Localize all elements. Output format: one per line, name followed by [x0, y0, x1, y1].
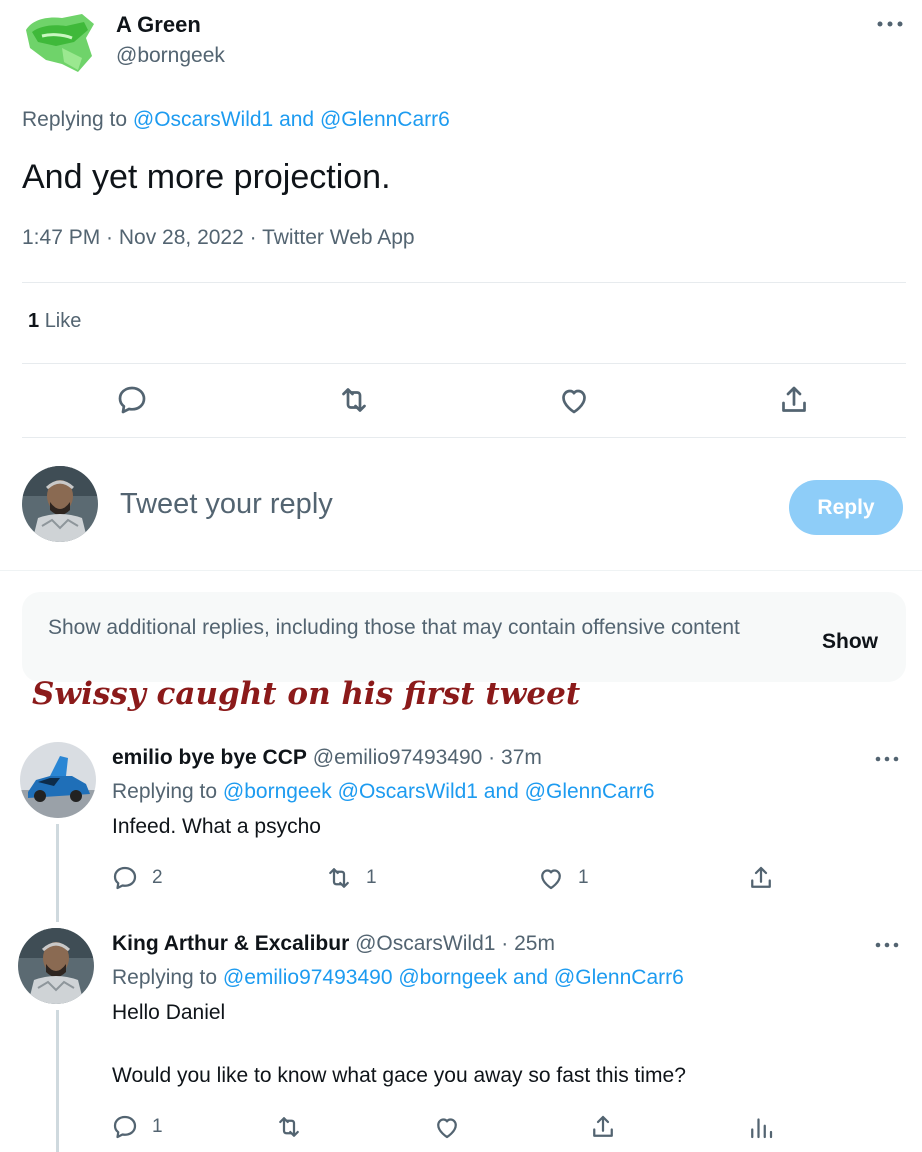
sports-car-avatar[interactable] [20, 742, 96, 818]
retweet-icon [279, 1117, 299, 1137]
knight-avatar[interactable] [22, 466, 98, 542]
reply-text-line: Would you like to know what gace you awa… [112, 1064, 686, 1087]
analytics-icon [751, 1118, 773, 1139]
share-action[interactable] [746, 863, 776, 893]
reply-count: 1 [152, 1116, 163, 1137]
replying-prefix: Replying to [22, 108, 128, 131]
more-icon[interactable] [872, 930, 902, 960]
reply-author-name[interactable]: emilio bye bye CCP [112, 746, 307, 769]
thread-line [56, 1010, 59, 1152]
analytics-action[interactable] [746, 1112, 776, 1142]
reply-action[interactable]: 1 [110, 1112, 163, 1142]
share-icon [593, 1115, 613, 1137]
retweet-count: 1 [366, 867, 377, 888]
more-icon[interactable] [874, 8, 906, 40]
author-handle[interactable]: @borngeek [116, 44, 225, 68]
replying-mentions[interactable]: @OscarsWild1 and @GlennCarr6 [133, 108, 450, 131]
divider [22, 363, 906, 364]
retweet-action[interactable]: 1 [324, 863, 377, 893]
author-name[interactable]: A Green [116, 12, 201, 38]
like-count: 1 [578, 867, 589, 888]
like-icon[interactable] [556, 382, 592, 418]
replying-mentions[interactable]: @emilio97493490 @borngeek and @GlennCarr… [223, 966, 684, 989]
reply-header: emilio bye bye CCP @emilio97493490 · 37m [112, 746, 542, 770]
like-action[interactable]: 1 [536, 863, 589, 893]
reply-input[interactable]: Tweet your reply [120, 488, 333, 521]
share-icon [751, 866, 771, 888]
like-count: 1 [28, 310, 40, 332]
replying-mentions[interactable]: @borngeek @OscarsWild1 and @GlennCarr6 [223, 780, 655, 803]
reply-action[interactable]: 2 [110, 863, 163, 893]
replying-to: Replying to @OscarsWild1 and @GlennCarr6 [22, 108, 450, 132]
retweet-icon[interactable] [336, 382, 372, 418]
reply-handle-time[interactable]: @emilio97493490 · 37m [313, 746, 542, 769]
reply-text: Infeed. What a psycho [112, 815, 321, 838]
reply-author-name[interactable]: King Arthur & Excalibur [112, 932, 349, 955]
reply-count: 2 [152, 867, 163, 888]
replying-to: Replying to @emilio97493490 @borngeek an… [112, 966, 684, 990]
share-action[interactable] [588, 1112, 618, 1142]
overlay-annotation: Swissy caught on his first tweet [32, 676, 581, 712]
thread-line [56, 824, 59, 922]
share-icon[interactable] [776, 382, 812, 418]
show-button[interactable]: Show [822, 630, 878, 654]
reply-button[interactable]: Reply [789, 480, 903, 535]
divider [22, 437, 906, 438]
like-label: Like [44, 310, 82, 332]
like-action[interactable] [432, 1112, 462, 1142]
tweet-text: And yet more projection. [22, 158, 391, 196]
retweet-icon [329, 868, 349, 888]
like-icon [437, 1118, 457, 1139]
like-icon [541, 869, 561, 890]
divider [0, 570, 922, 571]
replying-prefix: Replying to [112, 966, 218, 989]
reply-handle-time[interactable]: @OscarsWild1 · 25m [355, 932, 555, 955]
divider [22, 282, 906, 283]
green-car-avatar[interactable] [22, 8, 96, 78]
tweet-meta[interactable]: 1:47 PM · Nov 28, 2022 · Twitter Web App [22, 226, 415, 250]
knight-avatar[interactable] [18, 928, 94, 1004]
reply-icon [113, 866, 137, 890]
more-icon[interactable] [872, 744, 902, 774]
retweet-action[interactable] [274, 1112, 304, 1142]
reply-icon[interactable] [114, 382, 150, 418]
replying-prefix: Replying to [112, 780, 218, 803]
additional-replies-text: Show additional replies, including those… [48, 616, 740, 639]
reply-header: King Arthur & Excalibur @OscarsWild1 · 2… [112, 932, 555, 956]
likes-stat[interactable]: 1 Like [28, 310, 81, 333]
replying-to: Replying to @borngeek @OscarsWild1 and @… [112, 780, 655, 804]
reply-text-line: Hello Daniel [112, 1001, 226, 1024]
reply-icon [113, 1115, 137, 1139]
